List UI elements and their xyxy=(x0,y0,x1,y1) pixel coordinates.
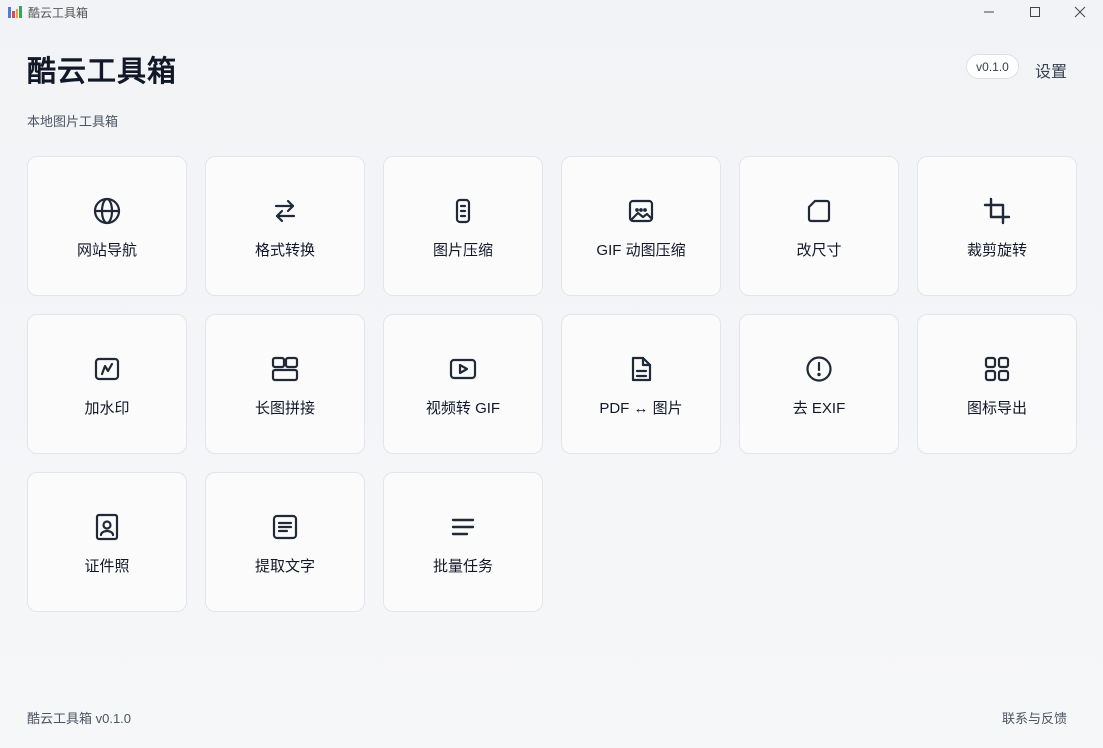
tool-card-remove-exif[interactable]: 去 EXIF xyxy=(739,314,899,454)
tool-card-extract-text[interactable]: 提取文字 xyxy=(205,472,365,612)
tool-card-label: 网站导航 xyxy=(76,242,137,259)
gif-image-icon xyxy=(627,197,655,225)
tool-card-video-to-gif[interactable]: 视频转 GIF xyxy=(383,314,543,454)
zip-file-icon xyxy=(449,197,477,225)
tool-card-website-nav[interactable]: 网站导航 xyxy=(27,156,187,296)
close-button[interactable] xyxy=(1057,0,1103,24)
tool-card-image-compress[interactable]: 图片压缩 xyxy=(383,156,543,296)
contact-feedback-link[interactable]: 联系与反馈 xyxy=(1002,708,1067,727)
tool-card-crop-rotate[interactable]: 裁剪旋转 xyxy=(917,156,1077,296)
id-photo-icon xyxy=(93,513,121,541)
tool-card-watermark[interactable]: 加水印 xyxy=(27,314,187,454)
tool-grid: 网站导航 格式转换 图片压缩 GIF 动图压缩 改尺寸 裁剪旋转 加水印 长图拼… xyxy=(27,156,1077,612)
tool-card-label: 改尺寸 xyxy=(796,242,842,259)
footer-version: 酷云工具箱 v0.1.0 xyxy=(27,711,132,726)
tool-card-label: 去 EXIF xyxy=(792,400,846,417)
close-icon xyxy=(1074,6,1086,18)
tool-card-label: 证件照 xyxy=(84,558,130,575)
settings-button[interactable]: 设置 xyxy=(1035,58,1067,82)
document-icon xyxy=(627,355,655,383)
tool-card-batch-task[interactable]: 批量任务 xyxy=(383,472,543,612)
crop-icon xyxy=(983,197,1011,225)
minimize-button[interactable] xyxy=(966,0,1012,24)
tool-card-gif-compress[interactable]: GIF 动图压缩 xyxy=(561,156,721,296)
tool-card-format-convert[interactable]: 格式转换 xyxy=(205,156,365,296)
tool-card-label: 加水印 xyxy=(84,400,130,417)
window-title: 酷云工具箱 xyxy=(28,6,89,20)
tool-card-label: 视频转 GIF xyxy=(425,400,501,417)
globe-icon xyxy=(93,197,121,225)
text-extract-icon xyxy=(271,513,299,541)
video-play-icon xyxy=(449,355,477,383)
tool-card-label: 批量任务 xyxy=(432,558,493,575)
tool-card-long-stitch[interactable]: 长图拼接 xyxy=(205,314,365,454)
tool-card-resize[interactable]: 改尺寸 xyxy=(739,156,899,296)
tool-card-label: 提取文字 xyxy=(254,558,315,575)
maximize-icon xyxy=(1030,7,1040,17)
tool-card-label: 长图拼接 xyxy=(254,400,315,417)
alert-circle-icon xyxy=(805,355,833,383)
tool-card-pdf-image[interactable]: PDF ↔ 图片 xyxy=(561,314,721,454)
tool-card-label: 裁剪旋转 xyxy=(966,242,1027,259)
minimize-icon xyxy=(984,11,994,13)
tool-card-label: 图标导出 xyxy=(966,400,1027,417)
watermark-icon xyxy=(93,355,121,383)
tool-card-icon-export[interactable]: 图标导出 xyxy=(917,314,1077,454)
tool-card-label: GIF 动图压缩 xyxy=(596,242,686,259)
page-title: 酷云工具箱 xyxy=(27,56,178,88)
app-window: 酷云工具箱 酷云工具箱 本地图片工具箱 v0.1.0 设置 网站导航 格式转换 … xyxy=(0,0,1103,748)
tool-card-label: 格式转换 xyxy=(254,242,315,259)
layout-stitch-icon xyxy=(271,355,299,383)
version-badge: v0.1.0 xyxy=(966,54,1019,79)
app-logo-icon xyxy=(8,5,22,18)
title-bar: 酷云工具箱 xyxy=(0,0,1103,24)
maximize-button[interactable] xyxy=(1012,0,1058,24)
tool-card-label: 图片压缩 xyxy=(432,242,493,259)
list-icon xyxy=(449,513,477,541)
tool-card-label: PDF ↔ 图片 xyxy=(599,400,683,417)
page-subtitle: 本地图片工具箱 xyxy=(27,114,119,129)
resize-shape-icon xyxy=(805,197,833,225)
grid-icon xyxy=(983,355,1011,383)
swap-arrows-icon xyxy=(271,197,299,225)
tool-card-id-photo[interactable]: 证件照 xyxy=(27,472,187,612)
